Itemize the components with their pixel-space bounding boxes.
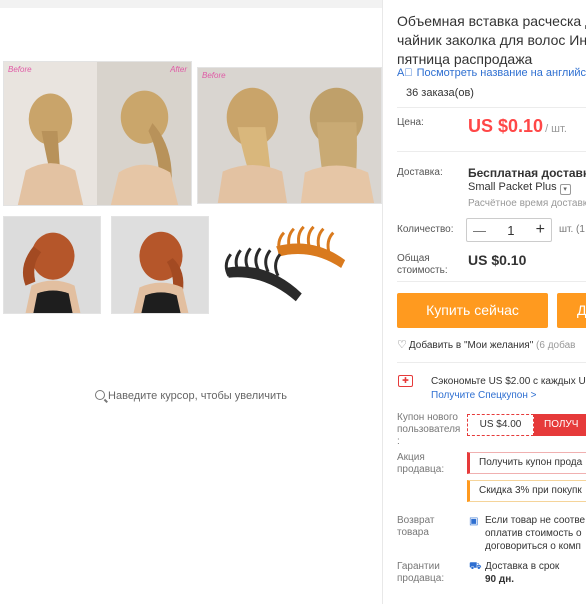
seller-promo-label: Акция продавца: — [397, 452, 445, 475]
add-to-cart-button[interactable]: Д — [557, 293, 586, 328]
save-coupon-text: Сэкономьте US $2.00 с каждых U — [431, 376, 586, 387]
new-user-coupon-value: US $4.00 — [467, 414, 534, 436]
gallery-image-1[interactable]: Before After — [3, 61, 192, 206]
search-icon — [95, 390, 106, 400]
price-value: US $0.10/ шт. — [468, 116, 567, 137]
translate-link-text: Посмотреть название на английс — [416, 67, 586, 79]
hair-before-after-photo — [4, 62, 191, 205]
panel-divider — [382, 0, 383, 604]
add-to-wishlist-link[interactable]: ♡ Добавить в "Мои желания" (6 добав — [397, 338, 575, 351]
quantity-label: Количество: — [397, 224, 454, 235]
price-amount: US $0.10 — [468, 116, 544, 136]
zoom-hint: Наведите курсор, чтобы увеличить — [0, 390, 382, 402]
hair-back-photo — [198, 68, 381, 203]
seller-coupon-button[interactable]: Получить купон прода — [467, 452, 586, 474]
delivery-truck-icon: ⛟ — [469, 561, 482, 572]
new-user-coupon-label: Купон нового пользователя : — [397, 412, 461, 447]
get-new-user-coupon-button[interactable]: ПОЛУЧ — [534, 414, 586, 436]
before-label: Before — [8, 65, 32, 74]
before-label-2: Before — [202, 71, 226, 80]
after-label: After — [170, 65, 187, 74]
quantity-input[interactable]: 1 — [507, 223, 514, 238]
total-value: US $0.10 — [468, 252, 527, 268]
orders-count: 36 заказа(ов) — [406, 87, 474, 99]
product-gallery: Before After Before Наведите курсор, что… — [0, 0, 382, 604]
shipping-main: Бесплатная доставка в — [468, 166, 586, 180]
comb-insert-photo — [215, 217, 353, 315]
shipping-method: Small Packet Plus — [468, 181, 557, 193]
red-hair-photo-1 — [4, 217, 100, 313]
return-icon: ▣ — [469, 516, 479, 527]
guarantee-text: Доставка в срок — [485, 561, 560, 572]
quantity-plus-button[interactable]: + — [536, 221, 545, 239]
product-info-panel: Объемная вставка расческа для чайник зак… — [397, 0, 586, 604]
quantity-minus-button[interactable]: — — [473, 223, 486, 238]
wishlist-count: (6 добав — [536, 340, 576, 351]
price-unit: / шт. — [545, 123, 567, 135]
total-label: Общая стоимость: — [397, 253, 448, 276]
heart-icon: ♡ — [397, 339, 407, 351]
quantity-suffix: шт. (1 — [559, 224, 585, 235]
buy-now-button[interactable]: Купить сейчас — [397, 293, 548, 328]
wishlist-text: Добавить в "Мои желания" — [408, 340, 534, 351]
returns-text: Если товар не соотве оплатив стоимость о… — [485, 515, 586, 552]
coupon-icon: ✚ — [398, 375, 413, 387]
price-label: Цена: — [397, 117, 424, 128]
get-special-coupon-link[interactable]: Получите Спецкупон > — [431, 390, 537, 401]
guarantee-days: 90 дн. — [485, 574, 515, 585]
shipping-label: Доставка: — [397, 167, 443, 178]
gallery-image-3[interactable] — [3, 216, 101, 314]
translate-title-link[interactable]: A⃝ Посмотреть название на английс — [397, 67, 586, 79]
zoom-hint-text: Наведите курсор, чтобы увеличить — [108, 390, 287, 402]
gallery-top-strip — [0, 0, 382, 8]
guarantee-label: Гарантии продавца: — [397, 561, 445, 584]
shipping-method-select[interactable]: Small Packet Plus ▾ — [468, 181, 571, 195]
red-hair-photo-2 — [112, 217, 208, 313]
chevron-down-icon: ▾ — [559, 184, 571, 195]
gallery-image-5[interactable] — [214, 216, 354, 316]
gallery-image-2[interactable]: Before — [197, 67, 382, 204]
quantity-stepper[interactable]: — 1 + — [466, 218, 552, 242]
product-title: Объемная вставка расческа для чайник зак… — [397, 13, 586, 67]
returns-label: Возврат товара — [397, 515, 435, 538]
seller-discount-badge: Скидка 3% при покупк — [467, 480, 586, 502]
translate-icon: A⃝ — [397, 67, 413, 79]
gallery-image-4[interactable] — [111, 216, 209, 314]
shipping-time: Расчётное время доставк — [468, 198, 586, 209]
